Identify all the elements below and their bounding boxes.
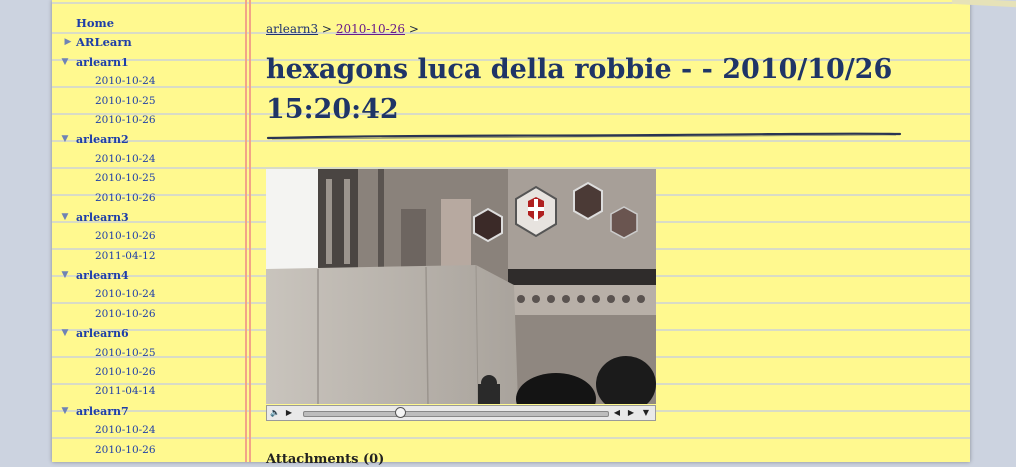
- chevron-down-icon[interactable]: ▼: [61, 208, 69, 227]
- sidebar-group-label[interactable]: arlearn3: [76, 208, 129, 227]
- sidebar-date-link[interactable]: 2010-10-26: [52, 363, 242, 382]
- notepad-page: Home ▶ ARLearn ▼ arlearn1 2010-10-24 2010-10-2…: [52, 0, 1016, 467]
- chevron-down-icon[interactable]: ▼: [61, 324, 69, 343]
- sidebar-date-label[interactable]: 2010-10-24: [95, 150, 156, 169]
- sidebar-date-link[interactable]: 2010-10-25: [52, 344, 242, 363]
- chevron-down-icon[interactable]: ▼: [61, 130, 69, 149]
- sidebar-date-label[interactable]: 2010-10-24: [95, 285, 156, 304]
- chevron-down-icon[interactable]: ▼: [61, 266, 69, 285]
- sidebar-date-link[interactable]: 2010-10-24: [52, 150, 242, 169]
- breadcrumb-separator: >: [408, 22, 419, 36]
- sidebar-item-arlearn[interactable]: ▶ ARLearn: [52, 33, 242, 52]
- sidebar-nav: Home ▶ ARLearn ▼ arlearn1 2010-10-24 2010-10-2…: [52, 14, 242, 460]
- sidebar-date-link[interactable]: 2010-10-26: [52, 305, 242, 324]
- sidebar-group-label[interactable]: arlearn4: [76, 266, 129, 285]
- sidebar-date-link[interactable]: 2010-10-24: [52, 72, 242, 91]
- margin-line: [249, 0, 251, 462]
- menu-dropdown-icon[interactable]: ▼: [640, 406, 652, 420]
- breadcrumb-link-date[interactable]: 2010-10-26: [336, 22, 405, 36]
- page-title: hexagons luca della robbie - - 2010/10/2…: [266, 54, 893, 125]
- sidebar-date-link[interactable]: 2010-10-26: [52, 227, 242, 246]
- sidebar-date-label[interactable]: 2010-10-25: [95, 344, 156, 363]
- sidebar-item-label[interactable]: Home: [76, 14, 114, 33]
- sidebar-date-link[interactable]: 2010-10-24: [52, 285, 242, 304]
- sidebar-date-link[interactable]: 2010-10-26: [52, 189, 242, 208]
- margin-line: [245, 0, 247, 462]
- sidebar-item-home[interactable]: Home: [52, 14, 242, 33]
- volume-icon[interactable]: 🔈: [269, 406, 281, 420]
- sidebar-date-label[interactable]: 2010-10-26: [95, 111, 156, 130]
- sidebar-date-label[interactable]: 2010-10-24: [95, 421, 156, 440]
- sidebar-group-label[interactable]: arlearn1: [76, 53, 129, 72]
- play-icon[interactable]: ▶: [283, 406, 295, 420]
- tape-strip: [952, 0, 1016, 9]
- breadcrumb-link-game[interactable]: arlearn3: [266, 22, 318, 36]
- sidebar-group-arlearn4[interactable]: ▼ arlearn4: [52, 266, 242, 285]
- sidebar-date-link[interactable]: 2011-04-12: [52, 247, 242, 266]
- chevron-down-icon[interactable]: ▼: [61, 402, 69, 421]
- sidebar-date-link[interactable]: 2011-04-14: [52, 382, 242, 401]
- chevron-down-icon[interactable]: ▼: [61, 53, 69, 72]
- chevron-right-icon[interactable]: ▶: [64, 33, 72, 52]
- sidebar-date-link[interactable]: 2010-10-25: [52, 169, 242, 188]
- attachments-heading: Attachments (0): [266, 452, 385, 467]
- media-player-bar: 🔈 ▶ ◀ ▶ ▼: [266, 405, 656, 421]
- sidebar-date-label[interactable]: 2010-10-26: [95, 305, 156, 324]
- sidebar-group-arlearn6[interactable]: ▼ arlearn6: [52, 324, 242, 343]
- photo-image: [266, 169, 656, 404]
- sidebar-group-label[interactable]: arlearn2: [76, 130, 129, 149]
- sidebar-item-label[interactable]: ARLearn: [76, 33, 132, 52]
- sidebar-date-label[interactable]: 2010-10-26: [95, 441, 156, 460]
- sidebar-date-label[interactable]: 2010-10-24: [95, 72, 156, 91]
- sidebar-date-label[interactable]: 2011-04-12: [95, 247, 156, 266]
- sidebar-group-arlearn3[interactable]: ▼ arlearn3: [52, 208, 242, 227]
- sidebar-date-label[interactable]: 2010-10-26: [95, 363, 156, 382]
- step-back-icon[interactable]: ◀: [611, 406, 623, 420]
- step-forward-icon[interactable]: ▶: [625, 406, 637, 420]
- sidebar-date-label[interactable]: 2010-10-25: [95, 92, 156, 111]
- sidebar-group-arlearn7[interactable]: ▼ arlearn7: [52, 402, 242, 421]
- cathedral-photo[interactable]: [266, 169, 656, 404]
- sidebar-date-link[interactable]: 2010-10-24: [52, 421, 242, 440]
- sidebar-date-link[interactable]: 2010-10-26: [52, 441, 242, 460]
- sidebar-group-arlearn2[interactable]: ▼ arlearn2: [52, 130, 242, 149]
- sidebar-date-label[interactable]: 2010-10-25: [95, 169, 156, 188]
- title-underline: [266, 132, 902, 140]
- sidebar-date-link[interactable]: 2010-10-25: [52, 92, 242, 111]
- breadcrumb: arlearn3 > 2010-10-26 >: [266, 22, 419, 36]
- sidebar-date-label[interactable]: 2011-04-14: [95, 382, 156, 401]
- sidebar-date-label[interactable]: 2010-10-26: [95, 189, 156, 208]
- seek-track[interactable]: [303, 411, 609, 417]
- sidebar-group-label[interactable]: arlearn6: [76, 324, 129, 343]
- sidebar-group-arlearn1[interactable]: ▼ arlearn1: [52, 53, 242, 72]
- sidebar-date-link[interactable]: 2010-10-26: [52, 111, 242, 130]
- sidebar-date-label[interactable]: 2010-10-26: [95, 227, 156, 246]
- breadcrumb-separator: >: [321, 22, 332, 36]
- sidebar-group-label[interactable]: arlearn7: [76, 402, 129, 421]
